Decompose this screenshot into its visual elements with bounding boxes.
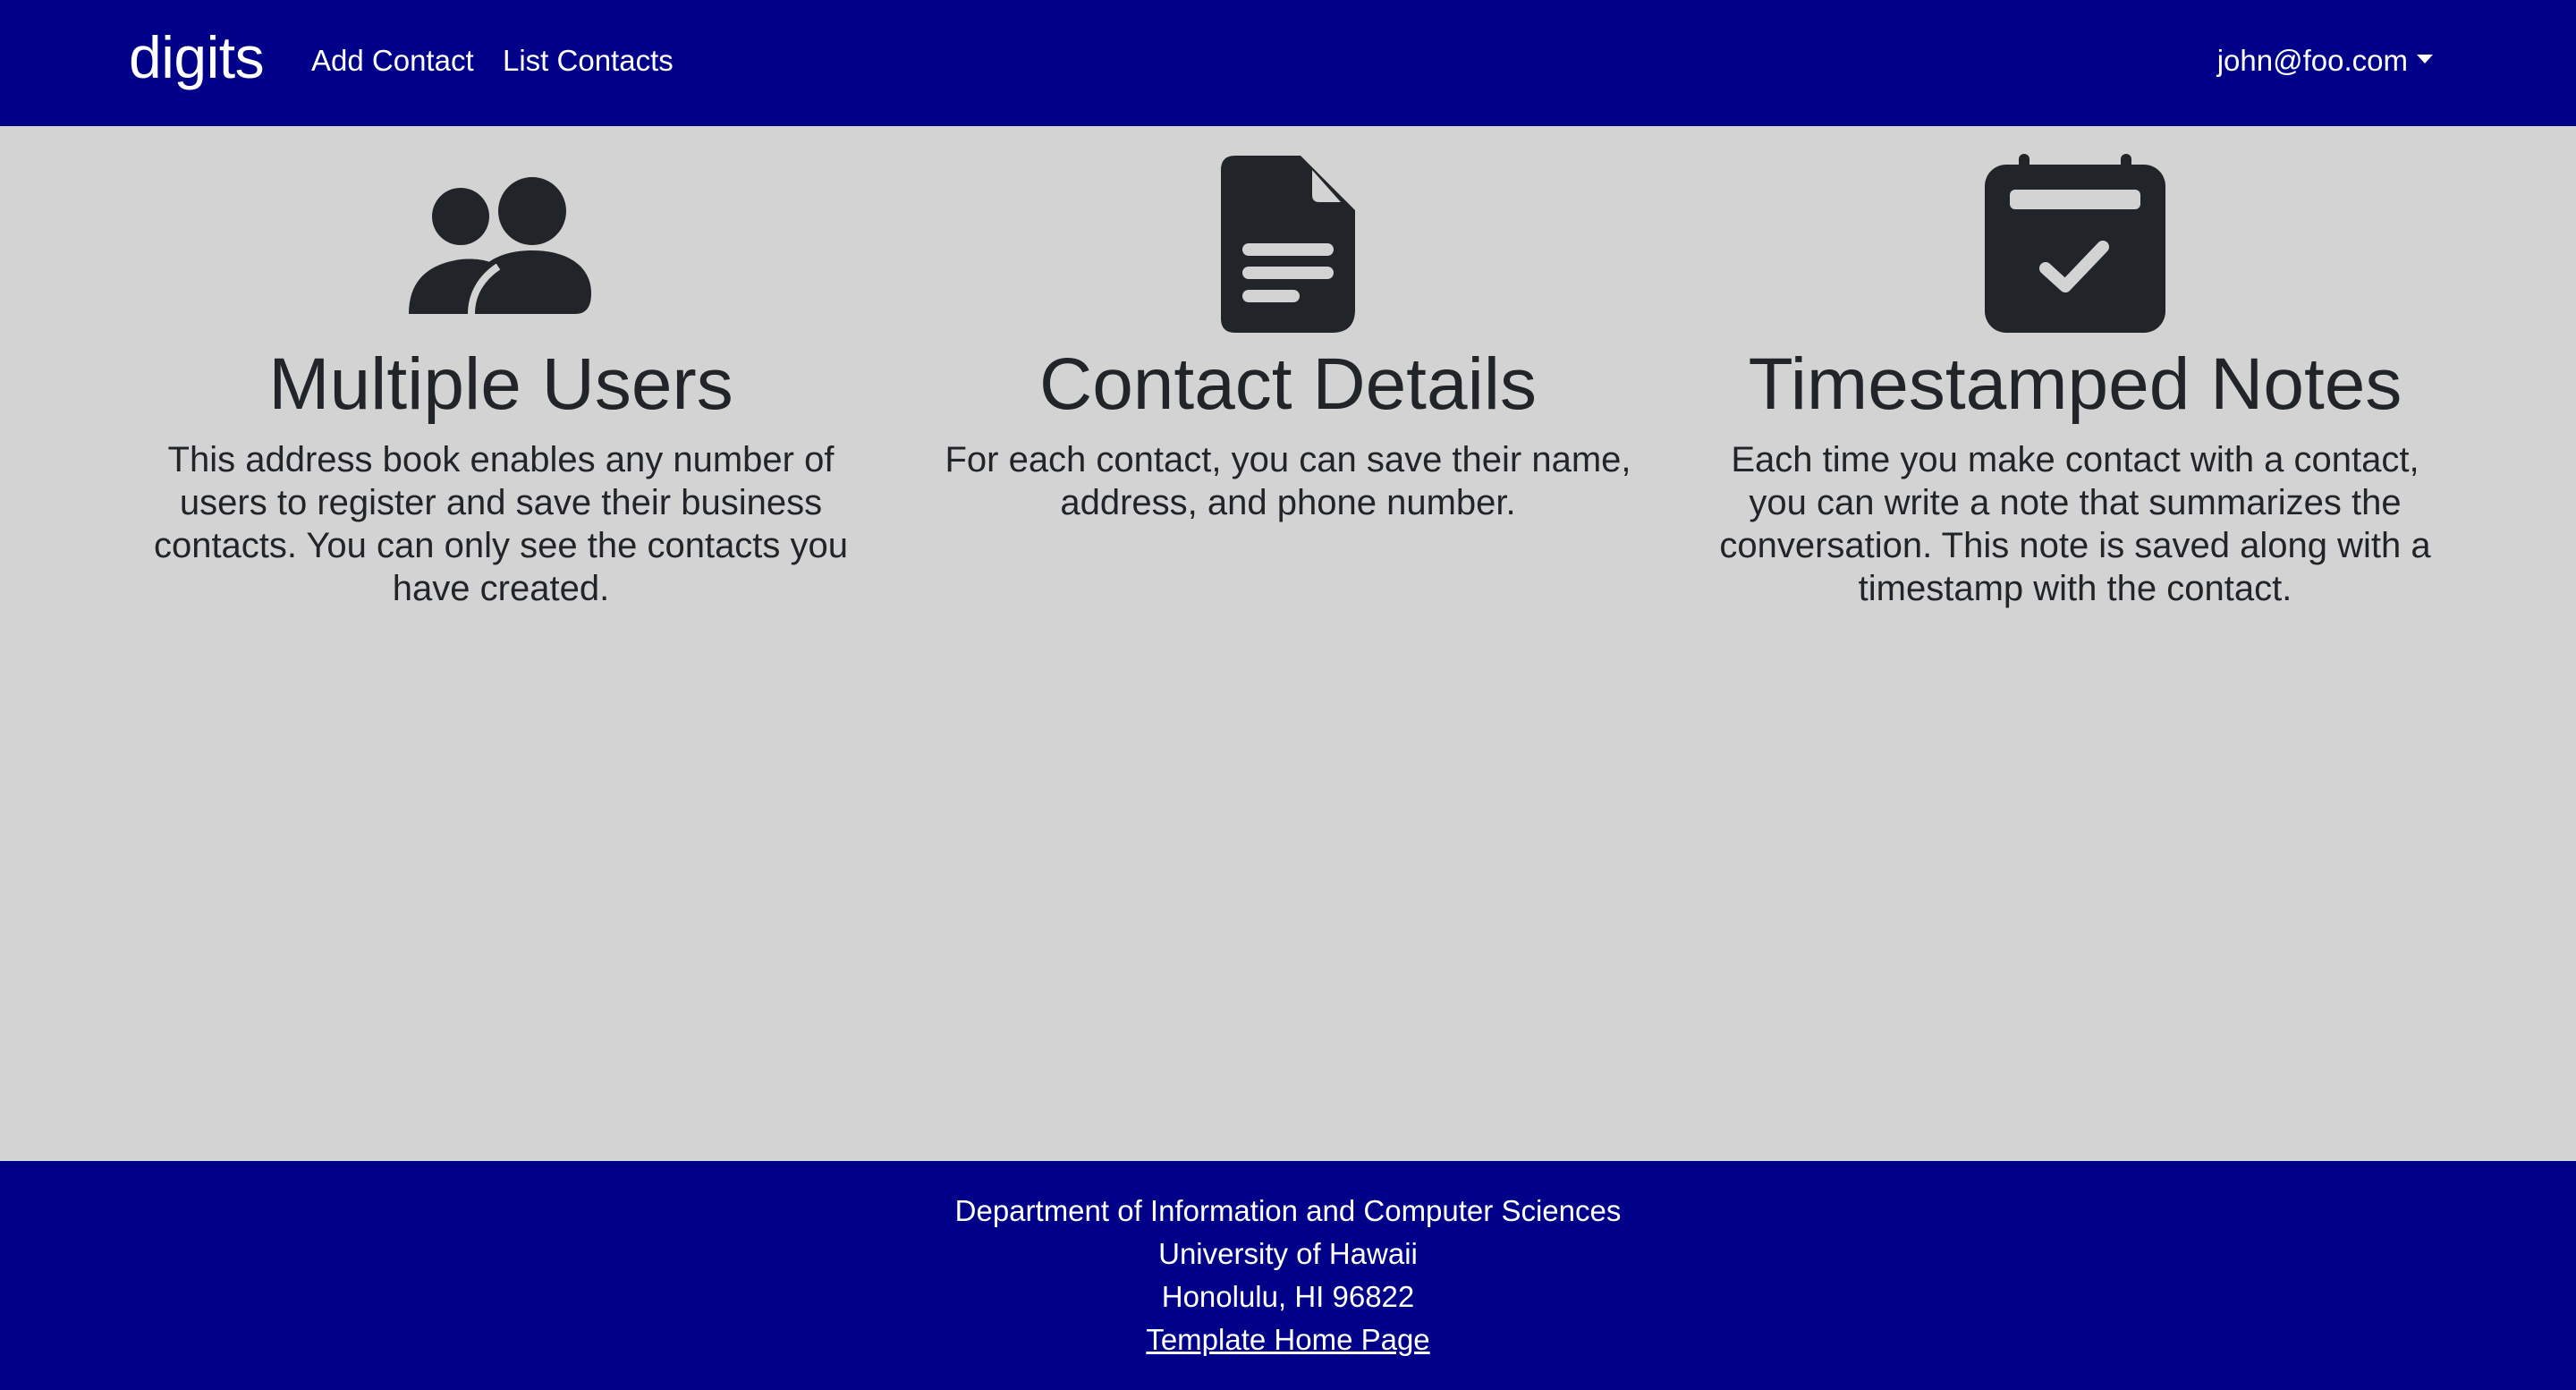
footer-address: Department of Information and Computer S… (0, 1161, 2576, 1361)
user-email-label: john@foo.com (2216, 44, 2408, 77)
calendar-check-icon (1708, 150, 2442, 335)
feature-title: Contact Details (1038, 343, 1538, 425)
brand-logo-link[interactable]: digits (129, 20, 265, 95)
feature-timestamped-notes: Timestamped Notes Each time you make con… (1708, 150, 2442, 610)
feature-multiple-users: Multiple Users This address book enables… (134, 150, 868, 610)
footer-department: Department of Information and Computer S… (954, 1194, 1622, 1227)
feature-description: For each contact, you can save their nam… (945, 440, 1631, 522)
template-home-page-link[interactable]: Template Home Page (0, 1318, 2576, 1361)
feature-description: Each time you make contact with a contac… (1719, 440, 2431, 608)
feature-title: Timestamped Notes (1748, 343, 2402, 425)
user-dropdown-toggle[interactable]: john@foo.com (2217, 39, 2433, 82)
top-navbar: digits Add Contact List Contacts john@fo… (0, 0, 2576, 126)
page-footer: Department of Information and Computer S… (0, 1161, 2576, 1390)
users-icon (134, 150, 868, 335)
nav-list-contacts-link[interactable]: List Contacts (503, 39, 674, 82)
file-text-icon (921, 150, 1655, 335)
feature-description: This address book enables any number of … (153, 440, 849, 608)
feature-title: Multiple Users (268, 343, 733, 425)
feature-contact-details: Contact Details For each contact, you ca… (921, 150, 1655, 524)
footer-university: University of Hawaii (1158, 1237, 1418, 1270)
footer-city: Honolulu, HI 96822 (1161, 1280, 1415, 1313)
caret-down-icon (2417, 55, 2433, 64)
nav-add-contact-link[interactable]: Add Contact (311, 39, 474, 82)
